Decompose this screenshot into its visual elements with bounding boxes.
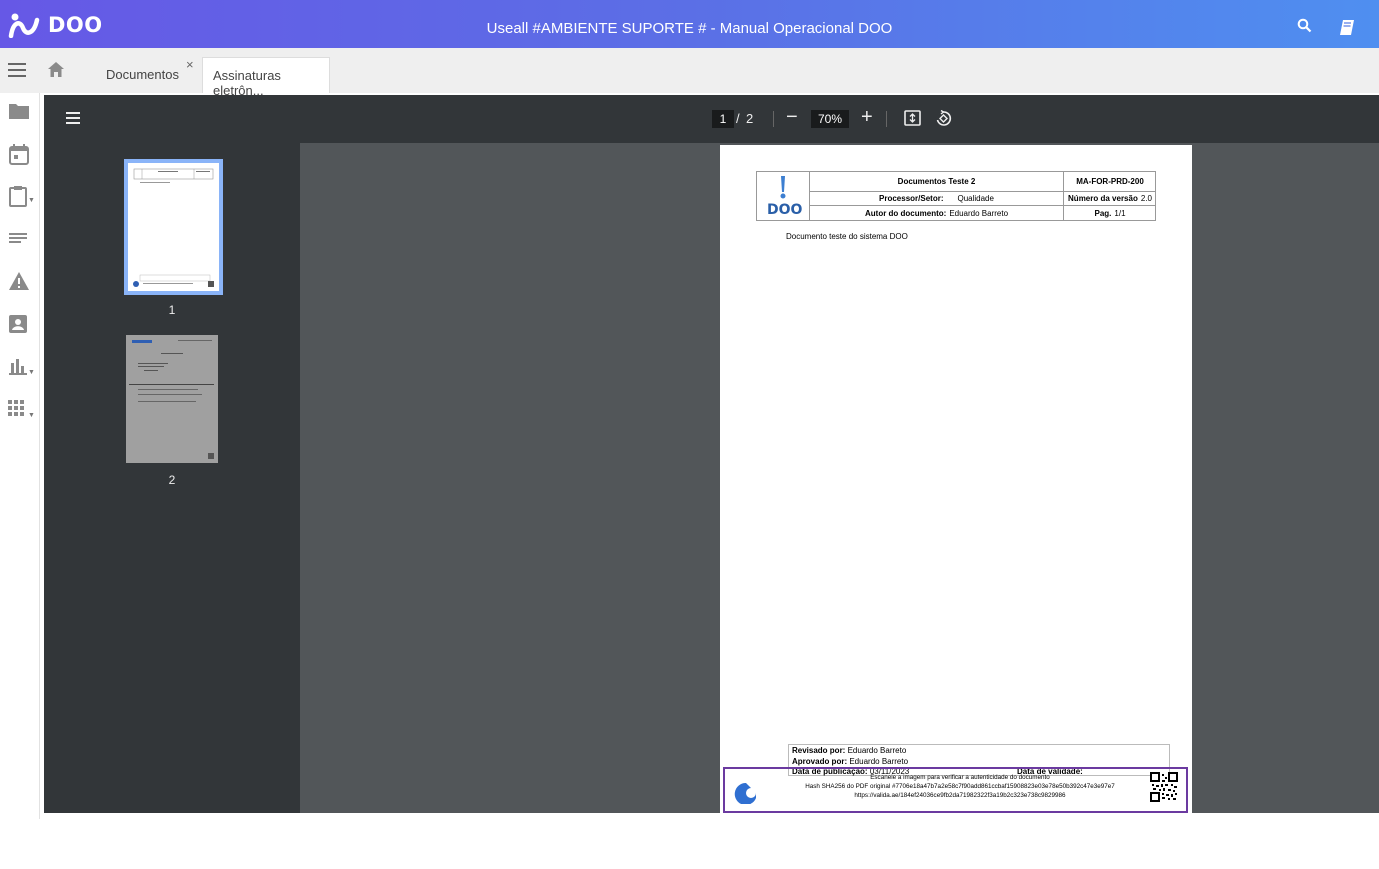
pdf-toolbar: 1 / 2 − 70% +	[44, 95, 1379, 143]
book-icon[interactable]	[1339, 19, 1355, 41]
logo-text: DOO	[767, 202, 803, 218]
version-label: Número da versão	[1068, 194, 1138, 203]
author-label: Autor do documento:	[864, 208, 947, 218]
thumbnail-label: 2	[168, 473, 176, 487]
chevron-down-icon: ▼	[28, 412, 35, 419]
reviewed-row: Revisado por: Eduardo Barreto	[792, 746, 906, 755]
divider	[773, 111, 774, 127]
window-title: Useall #AMBIENTE SUPORTE # - Manual Oper…	[486, 20, 893, 37]
doc-code: MA-FOR-PRD-200	[1063, 172, 1156, 192]
list-icon[interactable]	[8, 230, 32, 254]
calendar-icon[interactable]	[8, 143, 32, 167]
clipboard-icon[interactable]: ▼	[8, 185, 35, 209]
approved-value: Eduardo Barreto	[849, 757, 909, 766]
fit-page-icon[interactable]	[904, 110, 921, 131]
thumbnail-panel: 1 2	[44, 143, 300, 813]
zoom-out-button[interactable]: −	[786, 106, 798, 129]
warning-icon[interactable]	[8, 271, 32, 295]
page-thumbnail[interactable]	[126, 335, 218, 463]
home-icon[interactable]	[48, 62, 64, 82]
page-cell: Pag. 1/1	[1063, 206, 1156, 220]
page-label: Pag.	[1094, 208, 1112, 218]
doo-logo-icon	[780, 176, 786, 199]
process-value: Qualidade	[957, 194, 994, 203]
page-thumbnail[interactable]	[124, 159, 223, 295]
menu-icon[interactable]	[8, 63, 26, 77]
tab-close-button[interactable]: ×	[186, 57, 194, 72]
approved-label: Aprovado por:	[792, 757, 848, 766]
pdf-viewer: 1 / 2 − 70% + 1 2 DOO Documentos Teste 2…	[44, 95, 1379, 813]
zoom-in-button[interactable]: +	[861, 106, 873, 129]
author-row: Autor do documento: Eduardo Barreto	[809, 206, 1063, 220]
document-page: DOO Documentos Teste 2 MA-FOR-PRD-200 Pr…	[720, 145, 1192, 813]
sidebar-toggle-icon[interactable]	[66, 112, 80, 127]
tab-assinaturas[interactable]: Assinaturas eletrôn...	[202, 57, 330, 98]
page-total: 2	[746, 111, 754, 126]
search-icon[interactable]	[1297, 18, 1312, 38]
process-row: Processor/Setor: Qualidade	[809, 192, 1063, 206]
signature-text: Escaneie a imagem para verificar a auten…	[775, 773, 1145, 800]
page-number-input[interactable]: 1	[712, 110, 734, 128]
reviewed-value: Eduardo Barreto	[847, 746, 907, 755]
zoom-input[interactable]: 70%	[811, 110, 849, 128]
apps-icon[interactable]: ▼	[8, 400, 35, 424]
tab-documentos[interactable]: Documentos	[96, 57, 200, 93]
chart-icon[interactable]: ▼	[8, 357, 35, 381]
chevron-down-icon: ▼	[28, 369, 35, 376]
thumbnail-label: 1	[168, 303, 176, 317]
left-nav-rail: ▼ ▼ ▼	[0, 93, 40, 819]
document-header: DOO Documentos Teste 2 MA-FOR-PRD-200 Pr…	[756, 171, 1156, 221]
author-value: Eduardo Barreto	[949, 208, 1009, 218]
chevron-down-icon: ▼	[28, 197, 35, 204]
qr-code-icon	[1150, 772, 1178, 802]
contact-icon[interactable]	[8, 314, 32, 338]
doc-title: Documentos Teste 2	[809, 172, 1063, 192]
divider	[886, 111, 887, 127]
page-value: 1/1	[1114, 208, 1126, 218]
signature-line-2: Hash SHA256 do PDF original #7706e18a47b…	[805, 783, 1115, 790]
folder-icon[interactable]	[8, 101, 32, 125]
approved-row: Aprovado por: Eduardo Barreto	[792, 757, 908, 766]
rotate-icon[interactable]	[935, 109, 952, 132]
reviewed-label: Revisado por:	[792, 746, 846, 755]
version-cell: Número da versão 2.0	[1063, 192, 1156, 206]
page-separator: /	[736, 111, 740, 126]
tab-bar: Documentos × Assinaturas eletrôn...	[0, 48, 1379, 98]
signature-line-3[interactable]: https://valida.ae/184ef24036ce9fb2da7198…	[775, 791, 1145, 800]
signature-logo-icon	[734, 776, 756, 804]
signature-line-1: Escaneie a imagem para verificar a auten…	[870, 774, 1050, 781]
version-value: 2.0	[1140, 194, 1152, 203]
signature-box: Escaneie a imagem para verificar a auten…	[723, 767, 1188, 813]
document-body: Documento teste do sistema DOO	[786, 232, 908, 241]
doo-logo: DOO	[757, 172, 809, 220]
top-bar: DOO Useall #AMBIENTE SUPORTE # - Manual …	[0, 0, 1379, 48]
process-label: Processor/Setor:	[879, 194, 944, 203]
